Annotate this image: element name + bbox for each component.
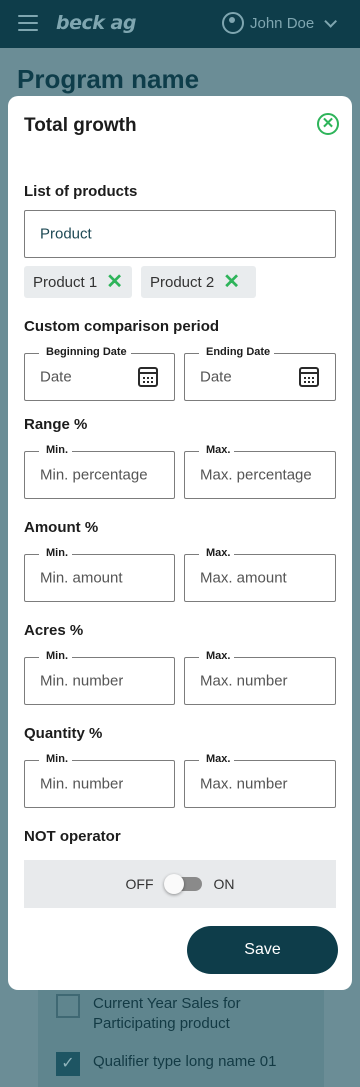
- product-chip: Product 1 ✕: [24, 266, 132, 298]
- comparison-period-label: Custom comparison period: [24, 318, 220, 335]
- acres-min-field[interactable]: Min. Min. number: [24, 650, 175, 705]
- list-item[interactable]: Current Year Sales for Participating pro…: [56, 994, 296, 1034]
- max-legend: Max.: [199, 753, 235, 765]
- checkbox[interactable]: [56, 994, 80, 1018]
- hamburger-menu-icon[interactable]: [18, 15, 38, 31]
- dialog-title: Total growth: [24, 115, 137, 136]
- range-max-placeholder: Max. percentage: [200, 466, 312, 484]
- amount-min-placeholder: Min. amount: [40, 569, 123, 587]
- range-min-placeholder: Min. percentage: [40, 466, 148, 484]
- range-min-field[interactable]: Min. Min. percentage: [24, 444, 175, 499]
- quantity-min-placeholder: Min. number: [40, 775, 124, 793]
- min-legend: Min.: [39, 650, 72, 662]
- acres-max-placeholder: Max. number: [200, 672, 288, 690]
- not-operator-switch[interactable]: [163, 874, 202, 894]
- max-legend: Max.: [199, 444, 235, 456]
- user-avatar-icon: [222, 12, 244, 34]
- list-item-label: Current Year Sales for Participating pro…: [93, 995, 241, 1032]
- total-growth-dialog: Total growth ✕ List of products Product …: [8, 96, 352, 990]
- switch-knob[interactable]: [163, 874, 184, 894]
- max-legend: Max.: [199, 650, 235, 662]
- remove-chip-icon[interactable]: ✕: [223, 272, 240, 292]
- chip-label: Product 1: [33, 273, 98, 291]
- not-operator-toggle-row: OFF ON: [24, 860, 336, 908]
- user-menu[interactable]: John Doe: [222, 12, 338, 34]
- product-chip: Product 2 ✕: [141, 266, 256, 298]
- acres-max-field[interactable]: Max. Max. number: [184, 650, 336, 705]
- remove-chip-icon[interactable]: ✕: [106, 272, 123, 292]
- page-title: Program name: [17, 64, 200, 94]
- beginning-date-placeholder: Date: [40, 368, 72, 386]
- products-label: List of products: [24, 183, 138, 200]
- user-name: John Doe: [250, 14, 315, 32]
- save-button[interactable]: Save: [187, 926, 338, 974]
- brand-logo: beck ag: [56, 12, 136, 34]
- list-item-label: Qualifier type long name 01: [93, 1053, 277, 1070]
- quantity-min-field[interactable]: Min. Min. number: [24, 753, 175, 808]
- close-icon[interactable]: ✕: [317, 113, 339, 135]
- amount-max-placeholder: Max. amount: [200, 569, 287, 587]
- checkbox-checked[interactable]: ✓: [56, 1052, 80, 1076]
- chip-label: Product 2: [150, 273, 215, 291]
- acres-label: Acres %: [24, 622, 84, 639]
- quantity-max-placeholder: Max. number: [200, 775, 288, 793]
- amount-min-field[interactable]: Min. Min. amount: [24, 547, 175, 602]
- product-input[interactable]: Product: [24, 210, 336, 258]
- beginning-date-legend: Beginning Date: [39, 346, 131, 358]
- min-legend: Min.: [39, 444, 72, 456]
- calendar-icon[interactable]: [138, 367, 158, 387]
- top-app-bar: beck ag John Doe: [0, 0, 360, 48]
- ending-date-field[interactable]: Ending Date Date: [184, 346, 336, 401]
- calendar-icon[interactable]: [299, 367, 319, 387]
- range-label: Range %: [24, 416, 88, 433]
- quantity-max-field[interactable]: Max. Max. number: [184, 753, 336, 808]
- list-item[interactable]: ✓ Qualifier type long name 01: [56, 1052, 296, 1076]
- ending-date-placeholder: Date: [200, 368, 232, 386]
- ending-date-legend: Ending Date: [199, 346, 275, 358]
- amount-max-field[interactable]: Max. Max. amount: [184, 547, 336, 602]
- range-max-field[interactable]: Max. Max. percentage: [184, 444, 336, 499]
- min-legend: Min.: [39, 547, 72, 559]
- max-legend: Max.: [199, 547, 235, 559]
- toggle-off-label: OFF: [125, 876, 154, 892]
- product-input-placeholder: Product: [40, 225, 92, 243]
- acres-min-placeholder: Min. number: [40, 672, 124, 690]
- toggle-on-label: ON: [213, 876, 235, 892]
- chevron-down-icon: [324, 14, 338, 28]
- not-operator-label: NOT operator: [24, 828, 121, 845]
- beginning-date-field[interactable]: Beginning Date Date: [24, 346, 175, 401]
- min-legend: Min.: [39, 753, 72, 765]
- quantity-label: Quantity %: [24, 725, 103, 742]
- amount-label: Amount %: [24, 519, 99, 536]
